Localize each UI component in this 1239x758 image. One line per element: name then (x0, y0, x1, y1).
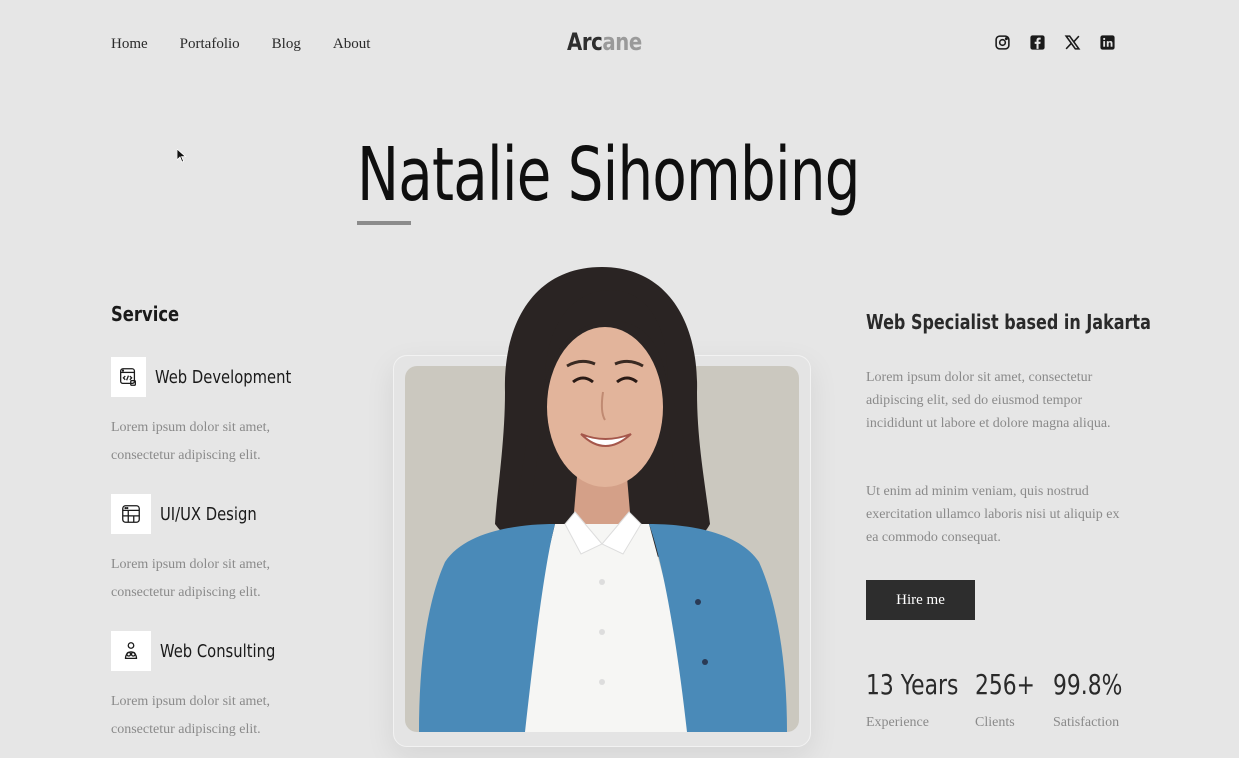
stat-label: Experience (866, 715, 929, 730)
mouse-cursor-icon (177, 149, 187, 163)
instagram-icon[interactable] (993, 33, 1011, 51)
services-heading: Service (111, 302, 180, 326)
stat-value: 13 Years (866, 668, 959, 701)
nav-home[interactable]: Home (111, 36, 148, 53)
nav-portafolio[interactable]: Portafolio (180, 36, 240, 53)
stat-clients: 256+ Clients (975, 668, 1052, 731)
service-web-consulting: Web Consulting Lorem ipsum dolor sit ame… (111, 631, 321, 744)
stat-value: 256+ (975, 668, 1035, 701)
nav-blog[interactable]: Blog (272, 36, 301, 53)
layout-grid-icon (111, 494, 151, 534)
about-paragraph-2: Ut enim ad minim veniam, quis nostrud ex… (866, 484, 1120, 545)
service-ui-ux-design: UI/UX Design Lorem ipsum dolor sit amet,… (111, 494, 321, 607)
brand-logo-part1: Arc (567, 28, 603, 56)
x-icon[interactable] (1063, 33, 1081, 51)
service-title: Web Development (154, 366, 292, 388)
stat-label: Clients (975, 715, 1015, 730)
social-links (993, 33, 1116, 51)
hire-me-button[interactable]: Hire me (866, 580, 975, 620)
linkedin-icon[interactable] (1098, 33, 1116, 51)
brand-logo[interactable]: Arcane (567, 28, 642, 56)
service-web-development: Web Development Lorem ipsum dolor sit am… (111, 357, 321, 470)
service-desc: Lorem ipsum dolor sit amet, consectetur … (111, 420, 271, 463)
stat-label: Satisfaction (1053, 715, 1120, 730)
hero-name: Natalie Sihombing (357, 132, 860, 218)
about-paragraph-1: Lorem ipsum dolor sit amet, consectetur … (866, 370, 1111, 431)
facebook-icon[interactable] (1028, 33, 1046, 51)
code-window-icon (111, 357, 146, 397)
service-title: Web Consulting (160, 640, 276, 662)
stat-satisfaction: 99.8% Satisfaction (1053, 668, 1142, 731)
service-title: UI/UX Design (160, 503, 257, 525)
stat-value: 99.8% (1053, 668, 1123, 701)
service-desc: Lorem ipsum dolor sit amet, consectetur … (111, 694, 271, 737)
nav-about[interactable]: About (333, 36, 371, 53)
stat-experience: 13 Years Experience (866, 668, 984, 731)
consulting-person-icon (111, 631, 151, 671)
about-heading: Web Specialist based in Jakarta (866, 310, 1151, 334)
title-underline (357, 221, 411, 225)
main-nav: Home Portafolio Blog About (111, 36, 370, 53)
brand-logo-part2: ane (602, 28, 642, 56)
portrait-photo (419, 267, 787, 732)
service-desc: Lorem ipsum dolor sit amet, consectetur … (111, 557, 271, 600)
